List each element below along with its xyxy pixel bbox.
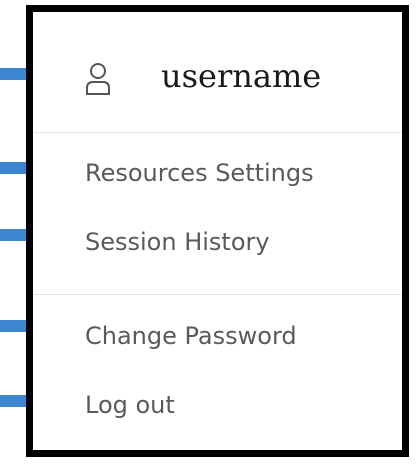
menu-divider	[33, 294, 402, 295]
menu-item-change-password[interactable]: Change Password	[85, 321, 297, 351]
username-label: username	[161, 57, 322, 95]
user-header[interactable]: username	[33, 12, 402, 133]
menu-item-session-history[interactable]: Session History	[85, 227, 270, 257]
user-dropdown-menu: username Resources Settings Session Hist…	[26, 5, 409, 457]
user-icon	[86, 63, 110, 95]
stage: username Resources Settings Session Hist…	[0, 0, 419, 465]
menu-item-log-out[interactable]: Log out	[85, 390, 175, 420]
menu-item-resources-settings[interactable]: Resources Settings	[85, 158, 314, 188]
